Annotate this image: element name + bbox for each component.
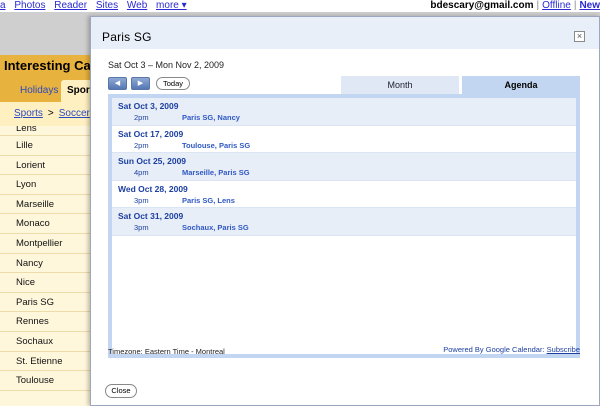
separator: |: [573, 0, 577, 11]
gbar-link-sites[interactable]: Sites: [96, 0, 118, 11]
gbar-link-more[interactable]: more ▾: [156, 0, 187, 11]
event-title[interactable]: Paris SG, Lens: [182, 196, 235, 205]
google-bar-account: bdescary@gmail.com | Offline | New: [430, 0, 600, 12]
event-time: 2pm: [134, 113, 149, 122]
agenda-date[interactable]: Sun Oct 25, 2009: [118, 156, 186, 166]
breadcrumb-sports[interactable]: Sports: [14, 108, 43, 119]
tab-month[interactable]: Month: [341, 76, 459, 94]
breadcrumb-separator: >: [47, 108, 54, 119]
gbar-link-partial[interactable]: a: [0, 0, 6, 11]
modal-title: Paris SG: [102, 30, 152, 44]
event-title[interactable]: Sochaux, Paris SG: [182, 223, 249, 232]
gbar-link-photos[interactable]: Photos: [14, 0, 45, 11]
agenda-date[interactable]: Sat Oct 17, 2009: [118, 129, 183, 139]
google-bar-links: a Photos Reader Sites Web more ▾: [0, 0, 193, 12]
page-header: Interesting Cale: [0, 55, 95, 77]
offline-link[interactable]: Offline: [542, 0, 571, 11]
team-item[interactable]: Paris SG: [0, 293, 95, 313]
breadcrumb-soccer[interactable]: Soccer: [59, 108, 90, 119]
team-item[interactable]: Lyon: [0, 175, 95, 195]
event-time: 2pm: [134, 140, 149, 150]
agenda-day: Sat Oct 17, 2009 2pm Toulouse, Paris SG: [112, 126, 576, 154]
team-item[interactable]: Marseille: [0, 195, 95, 215]
team-item[interactable]: Toulouse: [0, 371, 95, 391]
agenda-day: Sat Oct 3, 2009 2pm Paris SG, Nancy: [112, 98, 576, 126]
gbar-link-web[interactable]: Web: [127, 0, 147, 11]
modal-header: [91, 17, 599, 49]
timezone-label: Timezone: Eastern Time - Montreal: [108, 347, 225, 356]
event-time: 3pm: [134, 195, 149, 205]
team-item[interactable]: Nancy: [0, 254, 95, 274]
agenda-day: Sun Oct 25, 2009 4pm Marseille, Paris SG: [112, 153, 576, 181]
close-button[interactable]: Close: [105, 384, 137, 398]
agenda-date[interactable]: Sat Oct 3, 2009: [118, 101, 178, 111]
event-time: 3pm: [134, 223, 149, 233]
date-range: Sat Oct 3 – Mon Nov 2, 2009: [108, 60, 225, 70]
team-item[interactable]: Monaco: [0, 214, 95, 234]
agenda-day: Sat Oct 31, 2009 3pm Sochaux, Paris SG: [112, 208, 576, 236]
event-title[interactable]: Marseille, Paris SG: [182, 168, 250, 177]
event-title[interactable]: Paris SG, Nancy: [182, 113, 240, 122]
tab-agenda[interactable]: Agenda: [462, 76, 580, 94]
gbar-link-reader[interactable]: Reader: [54, 0, 87, 11]
tab-holidays[interactable]: Holidays: [14, 80, 64, 102]
event-time: 4pm: [134, 168, 149, 178]
subscribe-link[interactable]: Subscribe: [547, 345, 580, 354]
today-button[interactable]: Today: [156, 77, 190, 90]
team-item-partial[interactable]: Lens: [0, 126, 95, 136]
powered-by-text: Powered By Google Calendar:: [443, 345, 545, 354]
team-list: Lens Lille Lorient Lyon Marseille Monaco…: [0, 126, 95, 406]
agenda-day: Wed Oct 28, 2009 3pm Paris SG, Lens: [112, 181, 576, 209]
team-item[interactable]: Sochaux: [0, 332, 95, 352]
close-icon[interactable]: ×: [574, 31, 585, 42]
powered-by: Powered By Google Calendar: Subscribe: [443, 345, 580, 354]
agenda-date[interactable]: Sat Oct 31, 2009: [118, 211, 183, 221]
team-item[interactable]: Montpellier: [0, 234, 95, 254]
google-bar: a Photos Reader Sites Web more ▾ bdescar…: [0, 0, 600, 12]
agenda-frame: Sat Oct 3, 2009 2pm Paris SG, Nancy Sat …: [108, 94, 580, 358]
new-link[interactable]: New: [579, 0, 600, 11]
team-item[interactable]: Lorient: [0, 156, 95, 176]
next-arrow-icon[interactable]: ▶: [131, 77, 150, 90]
team-item[interactable]: St. Etienne: [0, 352, 95, 372]
breadcrumb: Sports > Soccer: [0, 102, 95, 126]
team-item[interactable]: Rennes: [0, 312, 95, 332]
calendar-modal: Paris SG × Sat Oct 3 – Mon Nov 2, 2009 ◀…: [90, 16, 600, 406]
team-item[interactable]: Nice: [0, 273, 95, 293]
agenda-list: Sat Oct 3, 2009 2pm Paris SG, Nancy Sat …: [112, 98, 576, 354]
account-email: bdescary@gmail.com: [430, 0, 534, 11]
category-tabs: Holidays Sport: [0, 77, 100, 102]
prev-arrow-icon[interactable]: ◀: [108, 77, 127, 90]
agenda-date[interactable]: Wed Oct 28, 2009: [118, 184, 188, 194]
separator: |: [536, 0, 540, 11]
event-title[interactable]: Toulouse, Paris SG: [182, 141, 250, 150]
team-item[interactable]: Lille: [0, 136, 95, 156]
